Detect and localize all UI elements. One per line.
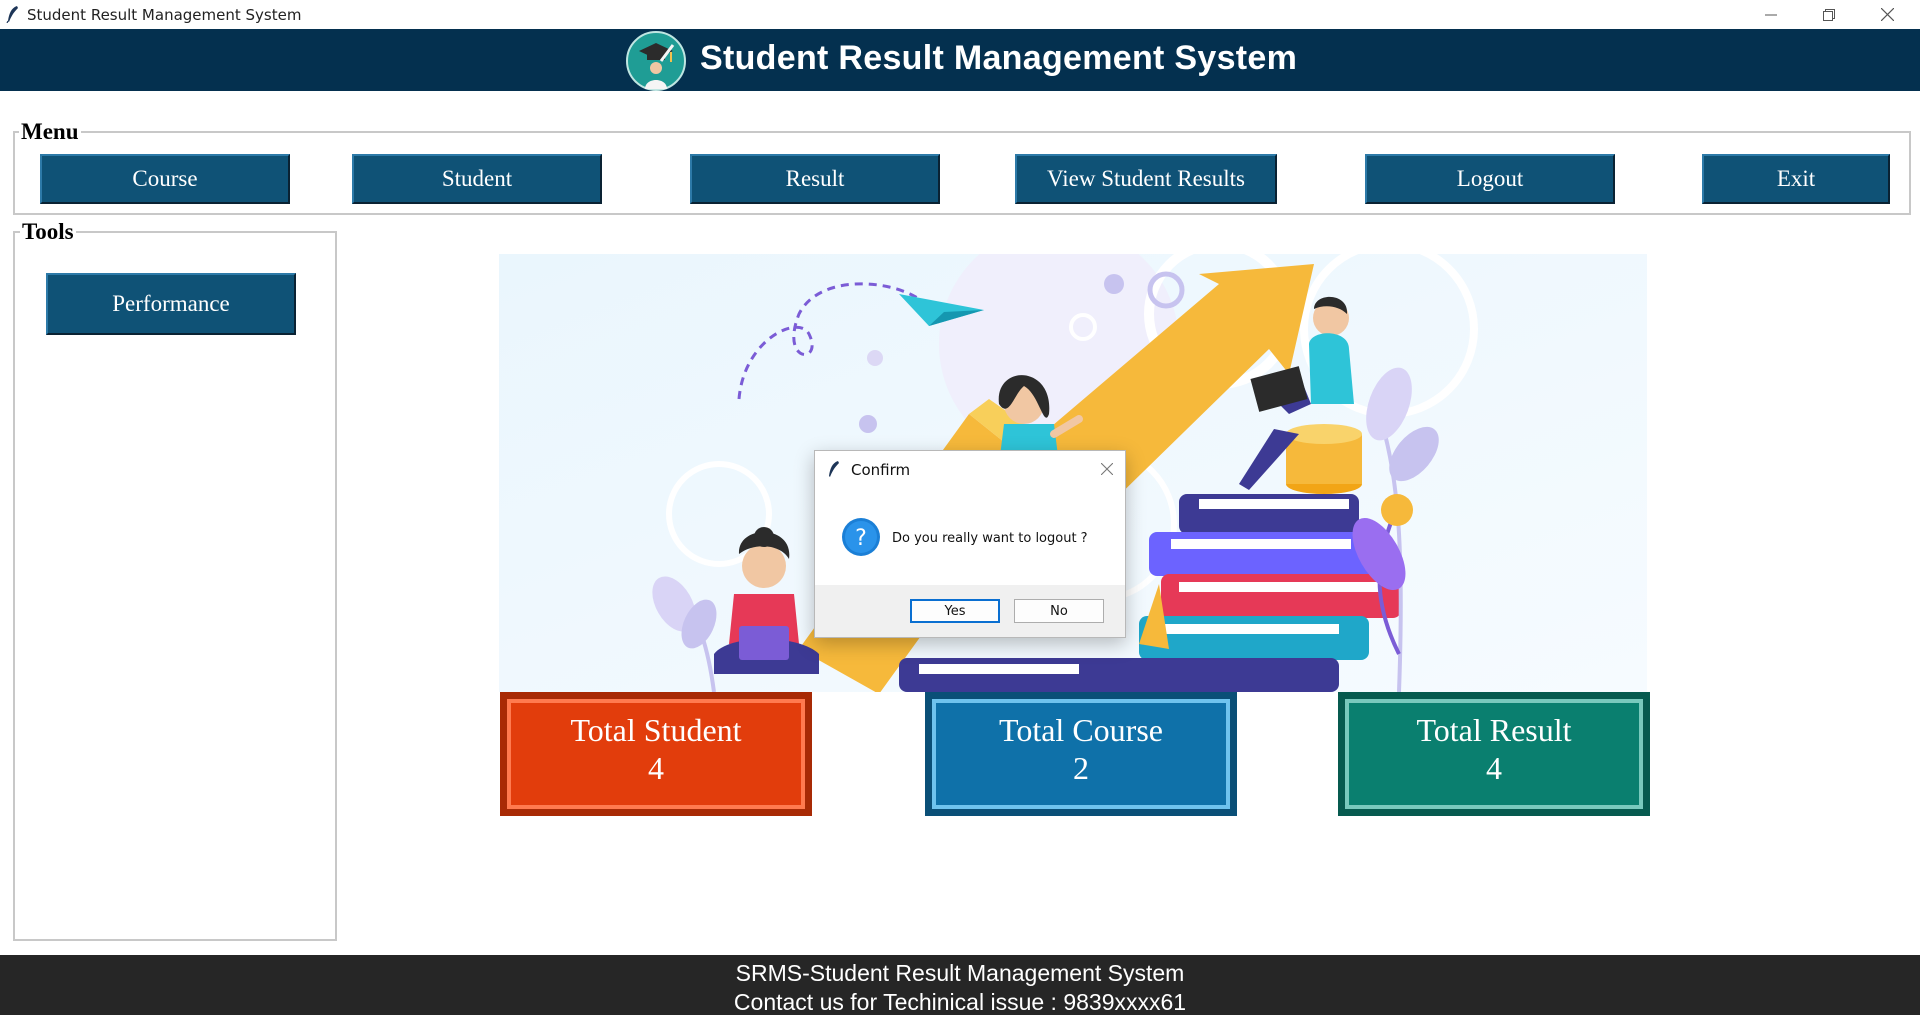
feather-icon [829,461,839,477]
result-button[interactable]: Result [690,154,940,204]
total-course-label: Total Course [999,712,1163,748]
total-course-card: Total Course 2 [925,692,1237,816]
minimize-button[interactable] [1742,0,1800,29]
footer-line-1: SRMS-Student Result Management System [735,960,1185,986]
view-student-results-button[interactable]: View Student Results [1015,154,1277,204]
course-button[interactable]: Course [40,154,290,204]
student-button[interactable]: Student [352,154,602,204]
app-header: Student Result Management System [0,29,1920,91]
logout-button[interactable]: Logout [1365,154,1615,204]
footer: SRMS-Student Result Management System Co… [0,955,1920,1015]
total-student-card: Total Student 4 [500,692,812,816]
minimize-icon [1765,14,1777,15]
total-result-card: Total Result 4 [1338,692,1650,816]
window-titlebar: Student Result Management System [0,0,1920,30]
page-title: Student Result Management System [700,39,1298,77]
yes-button[interactable]: Yes [910,599,1000,623]
total-course-value: 2 [1073,750,1089,786]
restore-icon [1823,8,1835,21]
menu-label: Menu [19,119,81,144]
question-icon: ? [842,518,880,556]
dialog-message: Do you really want to logout ? [892,531,1088,546]
dialog-title: Confirm [851,461,911,479]
restore-button[interactable] [1800,0,1858,29]
total-student-label: Total Student [570,712,742,748]
footer-line-2: Contact us for Techinical issue : 9839xx… [733,989,1187,1015]
window-title: Student Result Management System [27,6,302,24]
dialog-footer: Yes No [815,585,1125,637]
no-button[interactable]: No [1014,599,1104,623]
exit-button[interactable]: Exit [1702,154,1890,204]
feather-icon [6,6,18,23]
total-result-label: Total Result [1416,712,1572,748]
graduation-logo-icon [626,31,686,91]
total-result-value: 4 [1486,750,1502,786]
tools-label: Tools [20,219,76,244]
svg-text:?: ? [855,526,867,551]
menu-frame [13,131,1911,215]
tools-frame [13,231,337,941]
total-student-value: 4 [648,750,664,786]
confirm-dialog: Confirm ? Do you really want to logout ?… [814,450,1126,638]
dialog-close-icon[interactable] [1101,463,1113,475]
close-icon [1880,8,1894,21]
performance-button[interactable]: Performance [46,273,296,335]
close-window-button[interactable] [1858,0,1916,29]
